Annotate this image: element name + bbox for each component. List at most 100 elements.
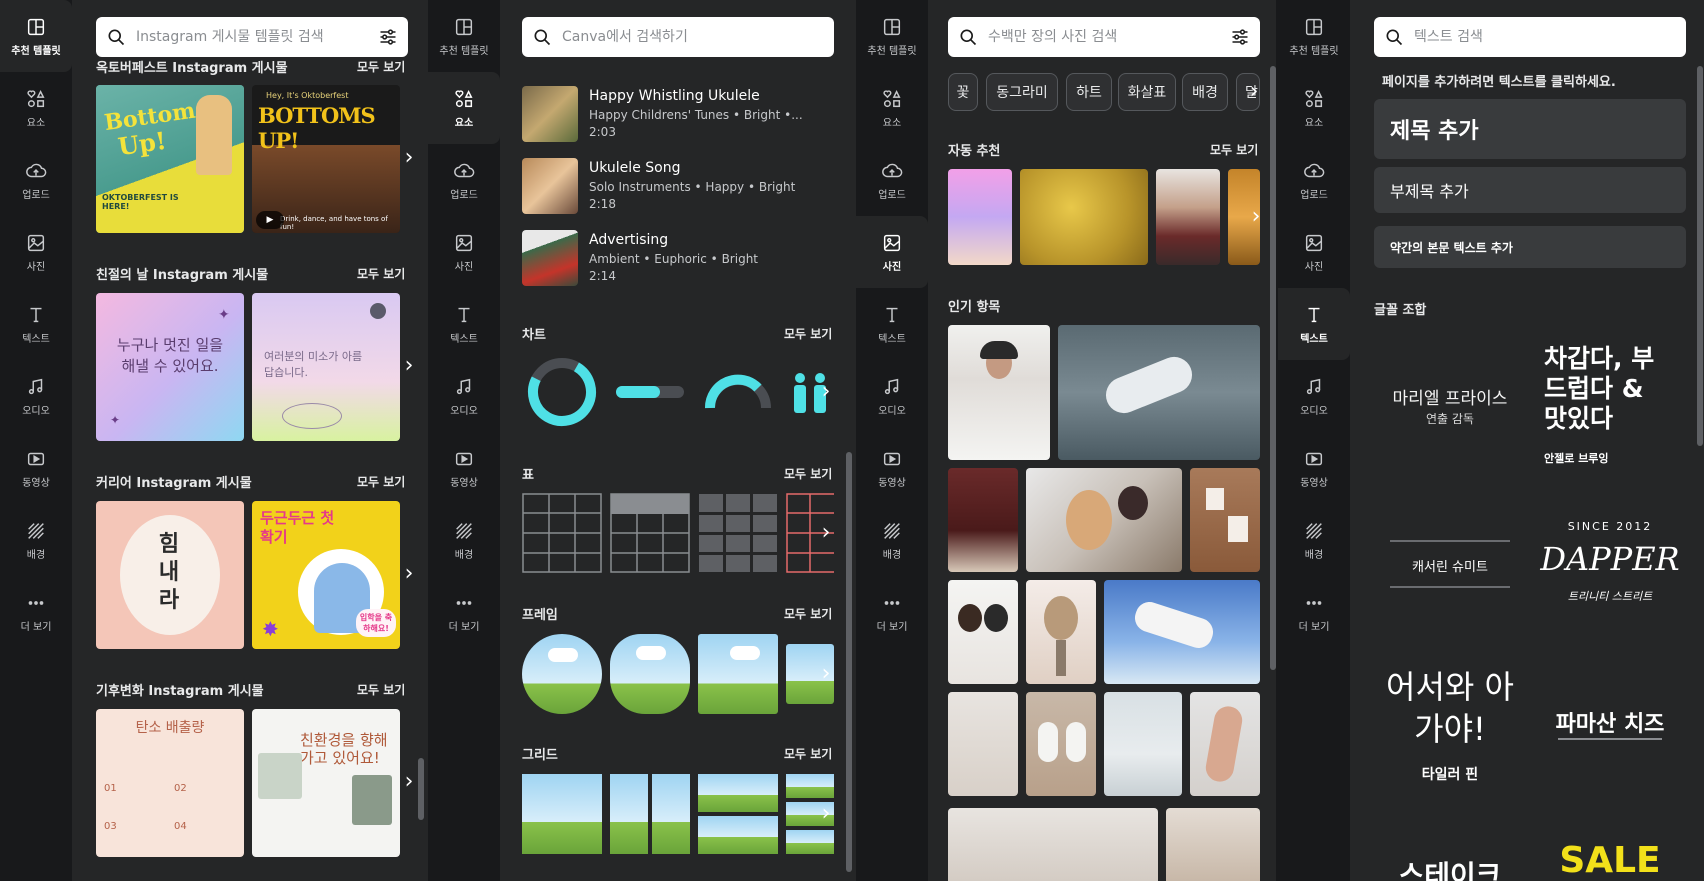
chip-arrow[interactable]: 화살표 [1118, 73, 1176, 111]
rail-item-template[interactable]: 추천 템플릿 [0, 0, 72, 72]
photo-women-meditating[interactable] [1026, 692, 1096, 796]
rail-item-elements[interactable]: 요소 [1278, 72, 1350, 144]
rail-item-audio[interactable]: 오디오 [428, 360, 500, 432]
template-thumb-kindness-1[interactable]: 누구나 멋진 일을 해낼 수 있어요. ✦ ✦ [96, 293, 244, 441]
elements-search-input[interactable] [562, 29, 824, 45]
templates-scrollbar[interactable] [418, 758, 424, 820]
rail-item-upload[interactable]: 업로드 [0, 144, 72, 216]
rail-item-template[interactable]: 추천 템플릿 [1278, 0, 1350, 72]
table-element-plain[interactable] [522, 493, 602, 573]
template-search-input[interactable] [136, 29, 378, 45]
photo-woman-dog[interactable] [1026, 468, 1182, 572]
audio-track-3[interactable]: Advertising Ambient • Euphoric • Bright … [520, 230, 820, 288]
chip-background[interactable]: 배경 [1182, 73, 1228, 111]
grid-two-columns[interactable] [610, 774, 690, 854]
rail-item-background[interactable]: 배경 [428, 504, 500, 576]
rail-item-background[interactable]: 배경 [1278, 504, 1350, 576]
template-thumb-career-1[interactable]: 힘 내 라 [96, 501, 244, 649]
frame-circle[interactable] [522, 634, 602, 714]
see-all-career[interactable]: 모두 보기 [357, 473, 405, 490]
see-all-grids[interactable]: 모두 보기 [784, 745, 832, 762]
photo-search-bar[interactable] [948, 17, 1260, 57]
template-thumb-climate-2[interactable]: 친환경을 향해 가고 있어요! [252, 709, 400, 857]
rail-item-text[interactable]: 텍스트 [1278, 288, 1350, 360]
elements-scrollbar[interactable] [846, 452, 852, 872]
see-all-auto[interactable]: 모두 보기 [1210, 141, 1258, 158]
table-element-blocks[interactable] [698, 493, 778, 573]
chevron-right-icon[interactable]: › [1246, 80, 1262, 104]
rail-item-photo[interactable]: 사진 [1278, 216, 1350, 288]
rail-item-background[interactable]: 배경 [0, 504, 72, 576]
rail-item-audio[interactable]: 오디오 [0, 360, 72, 432]
rail-item-more[interactable]: 더 보기 [856, 576, 928, 648]
text-search-bar[interactable] [1374, 17, 1686, 57]
rail-item-video[interactable]: 동영상 [428, 432, 500, 504]
photos-scrollbar[interactable] [1270, 66, 1276, 670]
rail-item-video[interactable]: 동영상 [856, 432, 928, 504]
rail-item-video[interactable]: 동영상 [0, 432, 72, 504]
chevron-right-icon[interactable]: › [401, 770, 417, 794]
chevron-right-icon[interactable]: › [401, 354, 417, 378]
photo-two-women[interactable] [1156, 169, 1220, 265]
rail-item-text[interactable]: 텍스트 [0, 288, 72, 360]
chevron-right-icon[interactable]: › [401, 146, 417, 170]
photo-people-upside-down[interactable] [1104, 580, 1260, 684]
template-thumb-oktoberfest-1[interactable]: Bottoms Up! OKTOBERFEST IS HERE! [96, 85, 244, 233]
rail-item-photo[interactable]: 사진 [856, 216, 928, 288]
filter-icon[interactable] [1230, 27, 1250, 47]
photo-couple-forehead[interactable] [948, 580, 1018, 684]
font-combo-8[interactable]: SALE [1534, 836, 1686, 881]
template-thumb-kindness-2[interactable]: 여러분의 미소가 아름답습니다. [252, 293, 400, 441]
text-scrollbar[interactable] [1697, 66, 1703, 446]
rail-item-more[interactable]: 더 보기 [1278, 576, 1350, 648]
elements-search-bar[interactable] [522, 17, 834, 57]
audio-track-1[interactable]: Happy Whistling Ukulele Happy Childrens'… [520, 86, 820, 144]
rail-item-photo[interactable]: 사진 [0, 216, 72, 288]
font-combo-1[interactable]: 마리엘 프라이스 연출 감독 [1374, 334, 1526, 484]
photo-hand[interactable] [1190, 692, 1260, 796]
font-combo-4[interactable]: SINCE 2012 DAPPER 트리니티 스트리트 [1534, 500, 1686, 650]
grid-two-rows[interactable] [698, 774, 778, 854]
photo-sea-hand[interactable] [1058, 325, 1260, 460]
chevron-right-icon[interactable]: › [818, 662, 834, 686]
see-all-climate[interactable]: 모두 보기 [357, 681, 405, 698]
see-all-charts[interactable]: 모두 보기 [784, 325, 832, 342]
rail-item-photo[interactable]: 사진 [428, 216, 500, 288]
rail-item-more[interactable]: 더 보기 [0, 576, 72, 648]
chevron-right-icon[interactable]: › [1248, 205, 1264, 229]
template-thumb-oktoberfest-2[interactable]: Hey, It's Oktoberfest BOTTOMS UP! Drink,… [252, 85, 400, 233]
photo-search-input[interactable] [988, 29, 1230, 45]
chevron-right-icon[interactable]: › [818, 802, 834, 826]
see-all-tables[interactable]: 모두 보기 [784, 465, 832, 482]
chip-flower[interactable]: 꽃 [948, 73, 978, 111]
donut-chart-element[interactable] [526, 356, 598, 428]
rail-item-elements[interactable]: 요소 [856, 72, 928, 144]
rail-item-template[interactable]: 추천 템플릿 [856, 0, 928, 72]
table-element-header[interactable] [610, 493, 690, 573]
font-combo-7[interactable]: 스테이크 [1374, 836, 1526, 881]
font-combo-2[interactable]: 차갑다, 부드럽다 & 맛있다 안젤로 브루잉 [1534, 334, 1686, 484]
filter-icon[interactable] [378, 27, 398, 47]
rail-item-more[interactable]: 더 보기 [428, 576, 500, 648]
photo-room-partial[interactable] [1166, 808, 1260, 881]
template-thumb-career-2[interactable]: 두근두근 첫확기 입학을 축하해요! ✸ [252, 501, 400, 649]
rail-item-template[interactable]: 추천 템플릿 [428, 0, 500, 72]
gauge-chart-element[interactable] [702, 368, 774, 412]
photo-man-white-shirt[interactable] [948, 325, 1050, 460]
font-combo-6[interactable]: 파마산 치즈 [1534, 656, 1686, 806]
rail-item-elements[interactable]: 요소 [428, 72, 500, 144]
font-combo-5[interactable]: 어서와 아가야! 타일러 핀 [1374, 656, 1526, 806]
rail-item-upload[interactable]: 업로드 [428, 144, 500, 216]
rail-item-background[interactable]: 배경 [856, 504, 928, 576]
add-body-text-button[interactable]: 약간의 본문 텍스트 추가 [1374, 226, 1686, 268]
see-all-kindness[interactable]: 모두 보기 [357, 265, 405, 282]
photo-pinboard[interactable] [1190, 468, 1260, 572]
template-search-bar[interactable] [96, 17, 408, 57]
frame-scalloped[interactable] [610, 634, 690, 714]
photo-dried-flowers[interactable] [1026, 580, 1096, 684]
photo-gradient-pink[interactable] [948, 169, 1012, 265]
font-combo-3[interactable]: 캐서린 슈미트 [1374, 500, 1526, 650]
add-heading-button[interactable]: 제목 추가 [1374, 99, 1686, 159]
see-all-frames[interactable]: 모두 보기 [784, 605, 832, 622]
rail-item-upload[interactable]: 업로드 [856, 144, 928, 216]
